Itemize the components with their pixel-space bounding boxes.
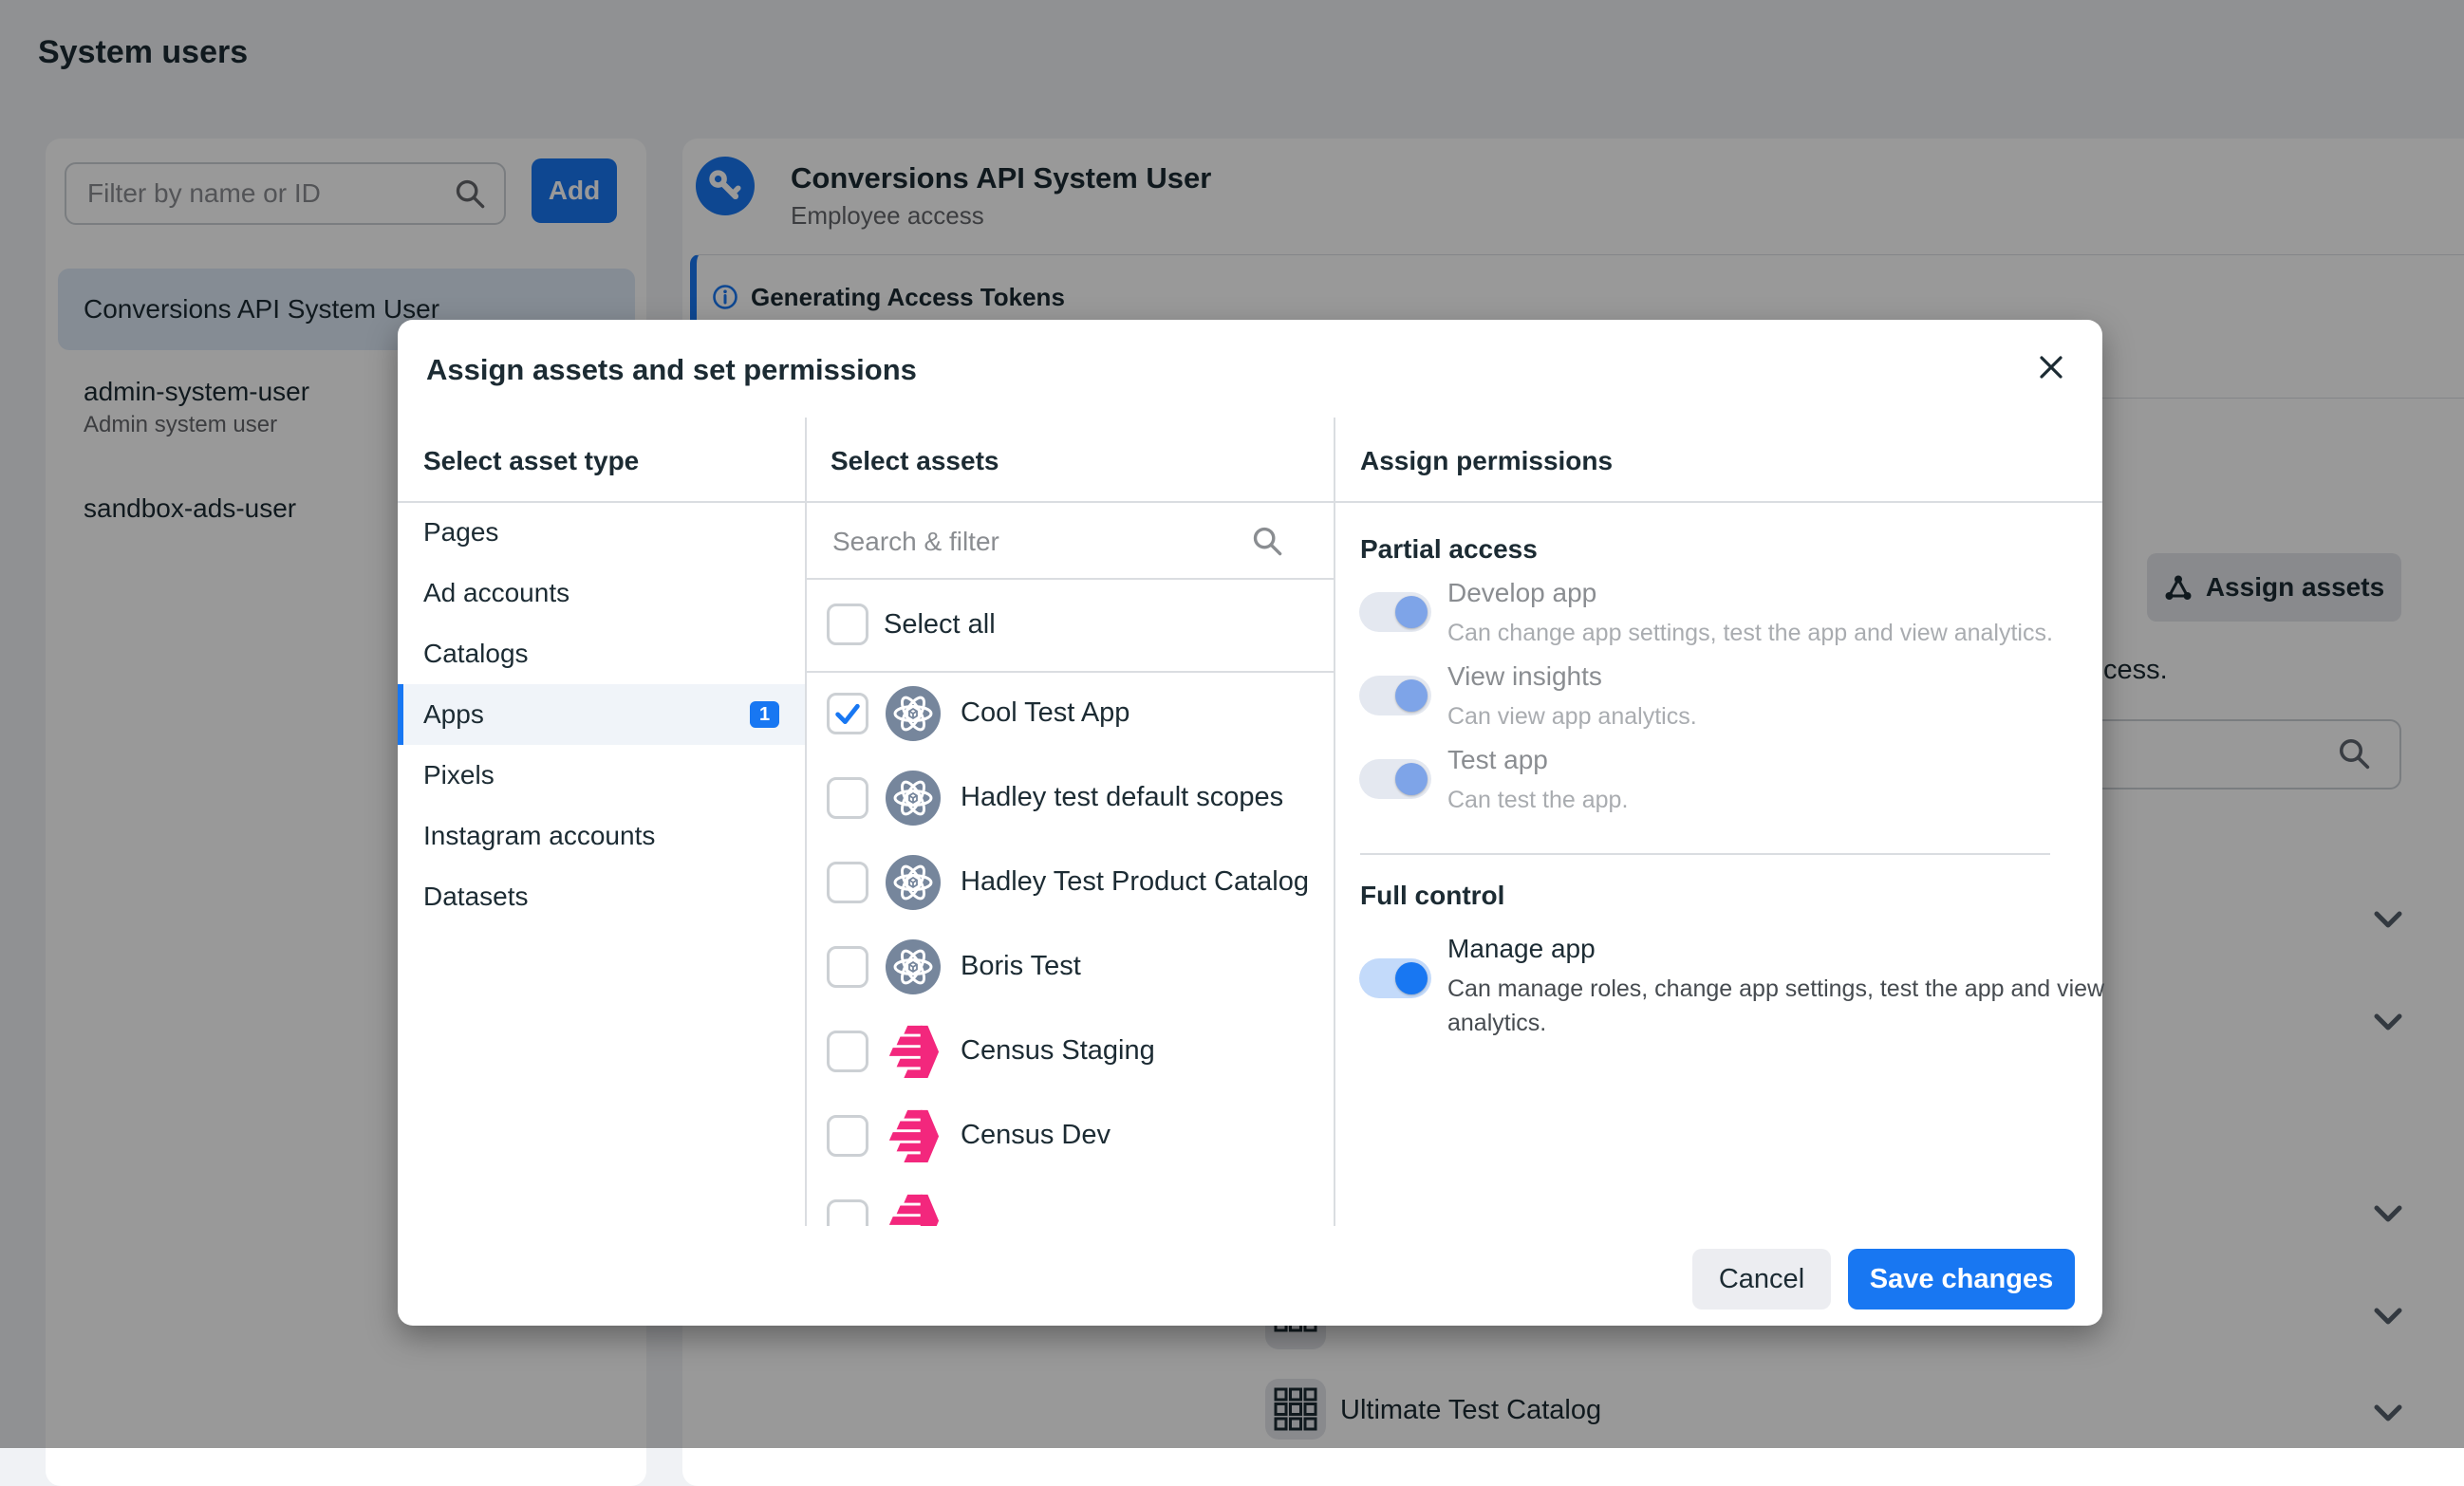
asset-row-hadley-test-product-catalog[interactable]: Hadley Test Product Catalog [805, 840, 1334, 924]
view-insights-toggle[interactable] [1359, 676, 1431, 715]
modal-title: Assign assets and set permissions [426, 353, 917, 387]
test-app-description: Can test the app. [1447, 783, 2112, 817]
toggle-knob [1395, 763, 1428, 795]
asset-type-label: Ad accounts [423, 578, 569, 608]
column-header-asset-type: Select asset type [423, 446, 639, 476]
permissions-column: Partial access Develop app Can change ap… [1334, 320, 2102, 1226]
asset-label: Hadley Test Product Catalog [961, 866, 1309, 898]
census-avatar [886, 1024, 941, 1079]
manage-app-toggle[interactable] [1359, 958, 1431, 998]
asset-label: Hadley test default scopes [961, 782, 1283, 813]
manage-app-description: Can manage roles, change app settings, t… [1447, 972, 2112, 1040]
manage-app-label: Manage app [1447, 934, 1596, 964]
atom-app-icon [886, 855, 941, 910]
checkmark-icon [830, 693, 866, 734]
asset-row-census-staging[interactable]: Census Staging [805, 1009, 1334, 1093]
asset-type-datasets[interactable]: Datasets [398, 866, 805, 927]
develop-app-description: Can change app settings, test the app an… [1447, 616, 2112, 650]
asset-list: Cool Test App Hadley test default scopes… [805, 671, 1334, 1226]
atom-app-icon [886, 771, 941, 826]
selected-count-badge: 1 [750, 701, 779, 728]
asset-type-pixels[interactable]: Pixels [398, 745, 805, 806]
asset-label: Census Staging [961, 1035, 1155, 1067]
asset-type-list: Pages Ad accounts Catalogs Apps 1 Pixels… [398, 502, 805, 927]
asset-checkbox[interactable] [827, 1199, 868, 1227]
asset-type-ad-accounts[interactable]: Ad accounts [398, 563, 805, 623]
test-app-toggle[interactable] [1359, 759, 1431, 799]
census-avatar [886, 1193, 941, 1227]
asset-type-instagram-accounts[interactable]: Instagram accounts [398, 806, 805, 866]
select-all-label: Select all [884, 609, 996, 641]
asset-type-label: Instagram accounts [423, 821, 655, 851]
asset-checkbox[interactable] [827, 1031, 868, 1072]
asset-row-cool-test-app[interactable]: Cool Test App [805, 671, 1334, 755]
asset-type-label: Catalogs [423, 639, 529, 669]
partial-access-heading: Partial access [1360, 534, 1538, 565]
app-avatar [886, 939, 941, 994]
atom-app-icon [886, 686, 941, 741]
asset-type-label: Apps [423, 699, 484, 730]
search-icon [1251, 525, 1283, 557]
asset-type-label: Pages [423, 517, 498, 548]
asset-label: Boris Test [961, 951, 1081, 982]
assign-assets-modal: Assign assets and set permissions Select… [398, 320, 2102, 1326]
asset-type-pages[interactable]: Pages [398, 502, 805, 563]
develop-app-label: Develop app [1447, 578, 1596, 608]
develop-app-toggle[interactable] [1359, 592, 1431, 632]
asset-checkbox[interactable] [827, 1115, 868, 1157]
asset-row-boris-test[interactable]: Boris Test [805, 924, 1334, 1009]
app-avatar [886, 855, 941, 910]
app-avatar [886, 771, 941, 826]
test-app-label: Test app [1447, 745, 1548, 775]
census-icon [886, 1108, 941, 1163]
divider [1360, 853, 2050, 855]
census-icon [886, 1024, 941, 1079]
asset-row-hadley-test-default-scopes[interactable]: Hadley test default scopes [805, 755, 1334, 840]
save-changes-button[interactable]: Save changes [1848, 1249, 2075, 1310]
app-avatar [886, 686, 941, 741]
select-all-checkbox[interactable] [827, 604, 868, 645]
toggle-knob [1395, 962, 1428, 994]
asset-checkbox-checked[interactable] [827, 693, 868, 734]
asset-checkbox[interactable] [827, 862, 868, 903]
asset-row-partially-visible[interactable] [805, 1178, 1334, 1226]
asset-type-apps[interactable]: Apps 1 [398, 684, 805, 745]
asset-checkbox[interactable] [827, 777, 868, 819]
toggle-knob [1395, 596, 1428, 628]
full-control-heading: Full control [1360, 881, 1504, 911]
view-insights-label: View insights [1447, 661, 1602, 692]
asset-label: Cool Test App [961, 697, 1129, 729]
view-insights-description: Can view app analytics. [1447, 699, 2112, 734]
select-all-row[interactable]: Select all [827, 578, 1334, 671]
asset-type-label: Datasets [423, 882, 529, 912]
asset-type-catalogs[interactable]: Catalogs [398, 623, 805, 684]
census-icon [886, 1193, 941, 1227]
toggle-knob [1395, 679, 1428, 712]
cancel-button[interactable]: Cancel [1692, 1249, 1831, 1310]
asset-checkbox[interactable] [827, 946, 868, 988]
asset-row-census-dev[interactable]: Census Dev [805, 1093, 1334, 1178]
asset-label: Census Dev [961, 1120, 1111, 1151]
census-avatar [886, 1108, 941, 1163]
atom-app-icon [886, 939, 941, 994]
asset-type-label: Pixels [423, 760, 495, 790]
column-header-select-assets: Select assets [831, 446, 999, 476]
asset-search-input[interactable] [831, 514, 1252, 569]
